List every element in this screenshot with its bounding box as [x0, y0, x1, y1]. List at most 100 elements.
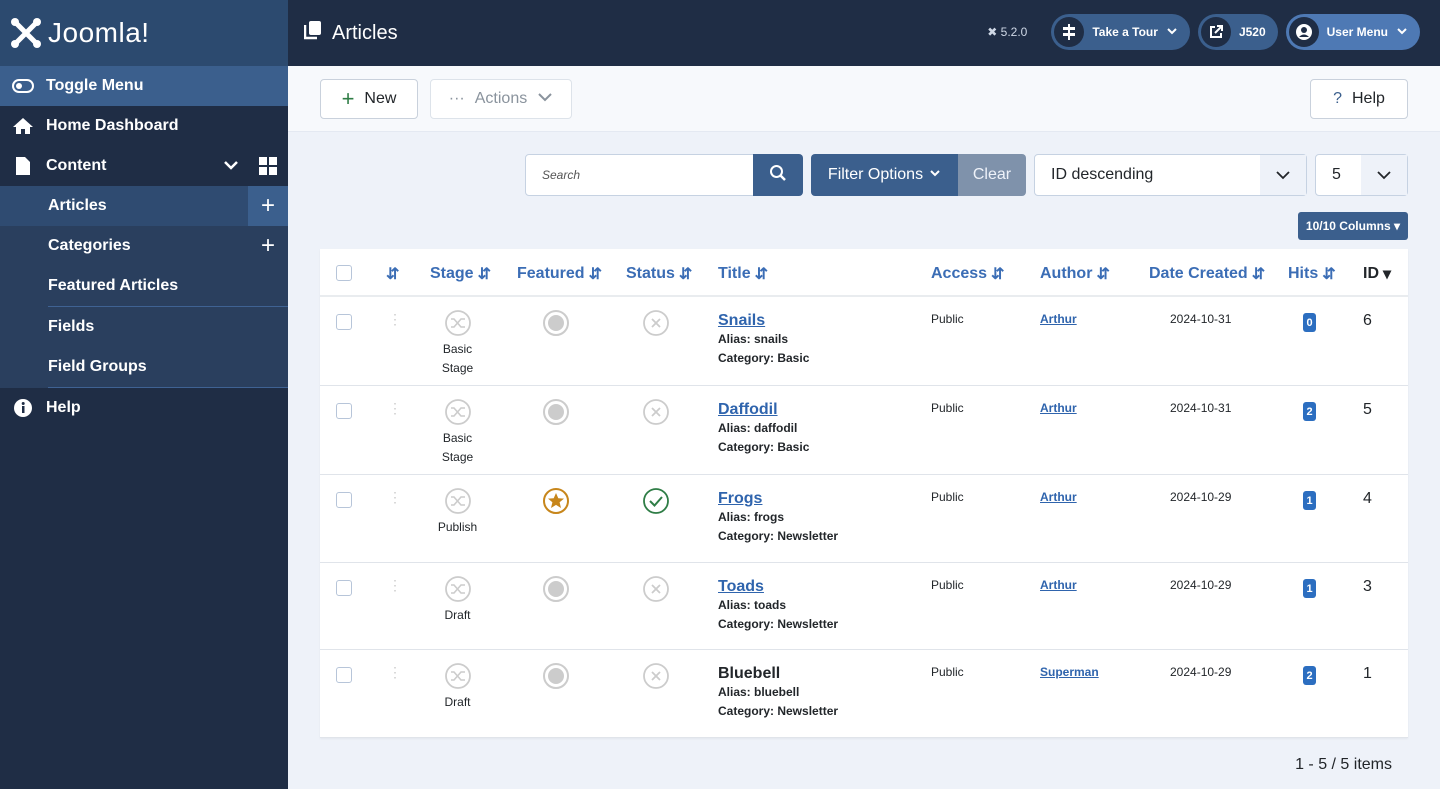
article-title-link[interactable]: Toads [718, 578, 838, 596]
article-title-link[interactable]: Frogs [718, 490, 838, 508]
sidebar-item-label: Featured Articles [48, 277, 179, 294]
id-cell: 4 [1363, 490, 1372, 507]
article-alias: Alias: frogs [718, 510, 785, 524]
featured-toggle[interactable] [542, 662, 570, 693]
stage-cell[interactable]: Basic Stage [430, 398, 485, 467]
drag-handle-icon[interactable]: ⋮ [388, 577, 402, 594]
row-checkbox[interactable] [336, 314, 352, 330]
actions-button[interactable]: ··· Actions [430, 79, 572, 119]
toggle-icon [12, 79, 34, 93]
article-alias: Alias: toads [718, 598, 787, 612]
sidebar-item-label: Fields [48, 318, 95, 335]
sidebar-item-help[interactable]: Help [0, 388, 288, 428]
search-input[interactable]: Search [525, 154, 755, 196]
user-menu-button[interactable]: User Menu [1285, 14, 1420, 50]
drag-handle-icon[interactable]: ⋮ [388, 311, 402, 328]
page-title: Articles [332, 21, 398, 44]
sidebar-item-field-groups[interactable]: Field Groups [0, 347, 288, 387]
sidebar-item-home[interactable]: Home Dashboard [0, 106, 288, 146]
sort-id[interactable]: ID ▾ [1363, 264, 1391, 284]
hits-cell: 1 [1303, 491, 1316, 510]
title-cell: Daffodil Alias: daffodil Category: Basic [718, 401, 809, 457]
drag-handle-icon[interactable]: ⋮ [388, 664, 402, 681]
row-checkbox[interactable] [336, 492, 352, 508]
drag-handle-icon[interactable]: ⋮ [388, 489, 402, 506]
table-row: ⋮ Basic Stage Snails Alias: snails Category:… [320, 297, 1408, 386]
sidebar-item-articles[interactable]: Articles + [0, 186, 288, 226]
status-toggle[interactable] [642, 487, 670, 518]
table-row: ⋮ Draft Toads Alias: toads Category: Newslet… [320, 563, 1408, 650]
featured-toggle[interactable] [542, 487, 570, 518]
sort-featured[interactable]: Featured ⇵ [517, 264, 602, 284]
add-category-button[interactable]: + [248, 226, 288, 266]
sort-date-created[interactable]: Date Created ⇵ [1149, 264, 1265, 284]
status-toggle[interactable] [642, 575, 670, 606]
author-link[interactable]: Superman [1040, 665, 1099, 679]
sort-access[interactable]: Access ⇵ [931, 264, 1004, 284]
featured-toggle[interactable] [542, 575, 570, 606]
limit-select[interactable]: 5 [1315, 154, 1408, 196]
article-title-link[interactable]: Snails [718, 312, 809, 330]
id-cell: 1 [1363, 665, 1372, 682]
status-toggle[interactable] [642, 398, 670, 429]
help-button[interactable]: ? Help [1310, 79, 1408, 119]
unfeatured-icon [542, 310, 570, 340]
chevron-down-icon [537, 89, 553, 110]
sidebar-item-content[interactable]: Content [0, 146, 288, 186]
sidebar-item-categories[interactable]: Categories + [0, 226, 288, 266]
stage-cell[interactable]: Draft [430, 662, 485, 712]
article-category: Category: Basic [718, 440, 810, 454]
date-created-cell: 2024-10-31 [1170, 401, 1232, 415]
sort-stage[interactable]: Stage ⇵ [430, 264, 491, 284]
status-toggle[interactable] [642, 662, 670, 693]
sort-hits[interactable]: Hits ⇵ [1288, 264, 1336, 284]
columns-button[interactable]: 10/10 Columns ▾ [1297, 212, 1408, 240]
ordering-select[interactable]: ID descending [1034, 154, 1307, 196]
take-a-tour-button[interactable]: Take a Tour [1051, 14, 1190, 50]
ordering-sort-icon[interactable]: ⇵ [386, 264, 399, 284]
featured-toggle[interactable] [542, 309, 570, 340]
id-cell: 3 [1363, 578, 1372, 595]
filter-options-button[interactable]: Filter Options [811, 154, 958, 196]
hits-badge: 2 [1303, 666, 1316, 685]
author-link[interactable]: Arthur [1040, 490, 1077, 504]
row-checkbox[interactable] [336, 403, 352, 419]
author-link[interactable]: Arthur [1040, 578, 1077, 592]
clear-button[interactable]: Clear [958, 154, 1026, 196]
status-toggle[interactable] [642, 309, 670, 340]
article-category: Category: Basic [718, 351, 810, 365]
drag-handle-icon[interactable]: ⋮ [388, 400, 402, 417]
workflow-stage-icon [444, 310, 472, 340]
search-icon [769, 164, 787, 187]
unfeatured-icon [542, 576, 570, 606]
sort-status[interactable]: Status ⇵ [626, 264, 692, 284]
sort-title[interactable]: Title ⇵ [718, 264, 768, 284]
sidebar-item-featured-articles[interactable]: Featured Articles [0, 266, 288, 306]
toggle-menu[interactable]: Toggle Menu [0, 66, 288, 106]
sidebar-item-fields[interactable]: Fields [0, 307, 288, 347]
stage-cell[interactable]: Draft [430, 575, 485, 625]
row-checkbox[interactable] [336, 667, 352, 683]
new-button[interactable]: + New [320, 79, 418, 119]
brand-name: Joomla! [48, 17, 150, 48]
stage-cell[interactable]: Publish [430, 487, 485, 537]
stage-cell[interactable]: Basic Stage [430, 309, 485, 378]
author-link[interactable]: Arthur [1040, 401, 1077, 415]
joomla-logo[interactable]: Joomla! [0, 0, 288, 66]
row-checkbox[interactable] [336, 580, 352, 596]
signpost-icon [1054, 17, 1085, 47]
sort-author[interactable]: Author ⇵ [1040, 264, 1110, 284]
chevron-down-icon[interactable] [222, 156, 240, 179]
select-all-checkbox[interactable] [336, 265, 352, 281]
search-button[interactable] [753, 154, 803, 196]
published-check-icon [642, 488, 670, 518]
author-link[interactable]: Arthur [1040, 312, 1077, 326]
article-title-link[interactable]: Daffodil [718, 401, 809, 419]
add-article-button[interactable]: + [248, 186, 288, 226]
sort-icon: ⇵ [1322, 266, 1336, 283]
featured-toggle[interactable] [542, 398, 570, 429]
take-a-tour-label: Take a Tour [1092, 25, 1158, 39]
site-link-button[interactable]: J520 [1197, 14, 1278, 50]
chevron-down-icon [929, 166, 941, 184]
dashboard-grid-icon[interactable] [259, 157, 277, 180]
